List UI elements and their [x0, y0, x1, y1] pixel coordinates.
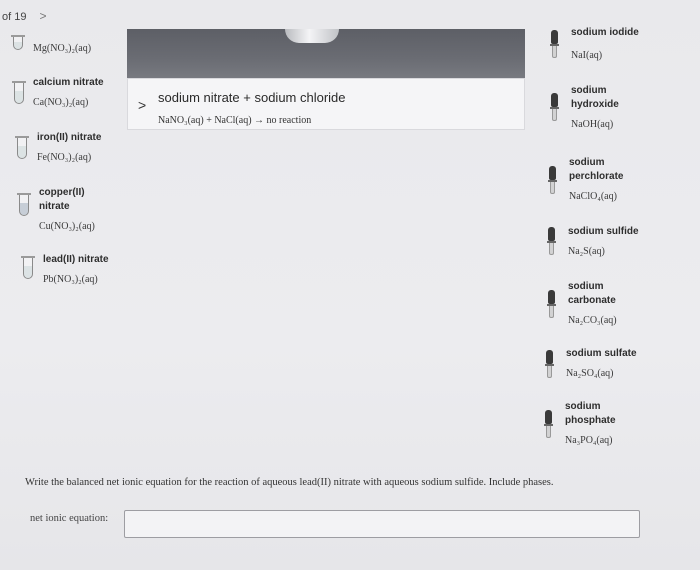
reagent-sodium-hydroxide[interactable]: sodium hydroxide NaOH(aq) — [571, 84, 631, 132]
reagent-formula: Mg(NO₃)₂(aq) — [33, 43, 92, 54]
dropper-icon[interactable] — [544, 410, 553, 438]
reagent-sodium-phosphate[interactable]: sodium phosphate Na₃PO₄(aq) — [565, 400, 625, 448]
reagent-name: copper(II) nitrate — [39, 187, 85, 212]
reaction-panel: > sodium nitrate + sodium chloride NaNO₃… — [127, 78, 525, 130]
test-tube-icon[interactable] — [11, 35, 25, 50]
reagent-sodium-iodide[interactable]: sodium iodide NaI(aq) — [571, 26, 639, 63]
reagent-sodium-sulfide[interactable]: sodium sulfide Na₂S(aq) — [568, 225, 639, 259]
reagent-name: sodium perchlorate — [569, 157, 624, 182]
reagent-formula: NaI(aq) — [571, 50, 603, 61]
dropper-icon[interactable] — [547, 227, 556, 255]
reagent-formula: Ca(NO₃)₂(aq) — [33, 97, 89, 108]
reagent-name: calcium nitrate — [33, 77, 104, 88]
reagent-copper-ii-nitrate[interactable]: copper(II) nitrate Cu(NO₃)₂(aq) — [39, 186, 109, 234]
reagent-name: sodium phosphate — [565, 401, 616, 426]
dropper-icon[interactable] — [550, 30, 559, 58]
reagent-magnesium-nitrate[interactable]: Mg(NO₃)₂(aq) — [33, 42, 91, 56]
reagent-calcium-nitrate[interactable]: calcium nitrate Ca(NO₃)₂(aq) — [33, 76, 104, 110]
dropper-icon[interactable] — [547, 290, 556, 318]
reagent-formula: Na₃PO₄(aq) — [565, 435, 613, 446]
reagent-formula: NaOH(aq) — [571, 119, 614, 130]
reaction-title: sodium nitrate + sodium chloride — [158, 90, 346, 105]
reagent-sodium-perchlorate[interactable]: sodium perchlorate NaClO₄(aq) — [569, 156, 639, 204]
reagent-name: sodium carbonate — [568, 281, 616, 306]
reagent-name: sodium sulfide — [568, 226, 639, 237]
reagent-formula: Na₂CO₃(aq) — [568, 315, 617, 326]
reagent-sodium-sulfate[interactable]: sodium sulfate Na₂SO₄(aq) — [566, 347, 637, 381]
beaker-icon — [285, 29, 339, 43]
pager: of 19 > — [2, 9, 47, 23]
dropper-icon[interactable] — [545, 350, 554, 378]
reaction-result: NaNO₃(aq) + NaCl(aq) → no reaction — [158, 115, 312, 126]
reagent-formula: Na₂S(aq) — [568, 246, 605, 257]
reagent-name: sodium sulfate — [566, 348, 637, 359]
question-text: Write the balanced net ionic equation fo… — [25, 477, 554, 488]
reagent-lead-ii-nitrate[interactable]: lead(II) nitrate Pb(NO₃)₂(aq) — [43, 253, 109, 287]
page-count: of 19 — [2, 11, 27, 23]
reagent-sodium-carbonate[interactable]: sodium carbonate Na₂CO₃(aq) — [568, 280, 628, 328]
net-ionic-equation-input[interactable] — [124, 510, 640, 538]
reagent-formula: Pb(NO₃)₂(aq) — [43, 274, 98, 285]
reaction-beaker-photo — [127, 29, 525, 78]
next-page-icon[interactable]: > — [40, 9, 47, 23]
reagent-formula: NaClO₄(aq) — [569, 191, 617, 202]
reagent-formula: Cu(NO₃)₂(aq) — [39, 221, 95, 232]
reagent-iron-ii-nitrate[interactable]: iron(II) nitrate Fe(NO₃)₂(aq) — [37, 131, 101, 165]
test-tube-icon[interactable] — [12, 81, 26, 104]
reagent-name: iron(II) nitrate — [37, 132, 102, 143]
test-tube-icon[interactable] — [15, 136, 29, 159]
reagent-name: sodium iodide — [571, 27, 639, 38]
test-tube-icon[interactable] — [17, 193, 31, 216]
answer-label: net ionic equation: — [30, 513, 109, 524]
test-tube-icon[interactable] — [21, 256, 35, 279]
reagent-formula: Fe(NO₃)₂(aq) — [37, 152, 92, 163]
reagent-name: sodium hydroxide — [571, 85, 619, 110]
expand-arrow-icon[interactable]: > — [138, 97, 146, 113]
reagent-name: lead(II) nitrate — [43, 254, 109, 265]
dropper-icon[interactable] — [548, 166, 557, 194]
reagent-formula: Na₂SO₄(aq) — [566, 368, 614, 379]
dropper-icon[interactable] — [550, 93, 559, 121]
